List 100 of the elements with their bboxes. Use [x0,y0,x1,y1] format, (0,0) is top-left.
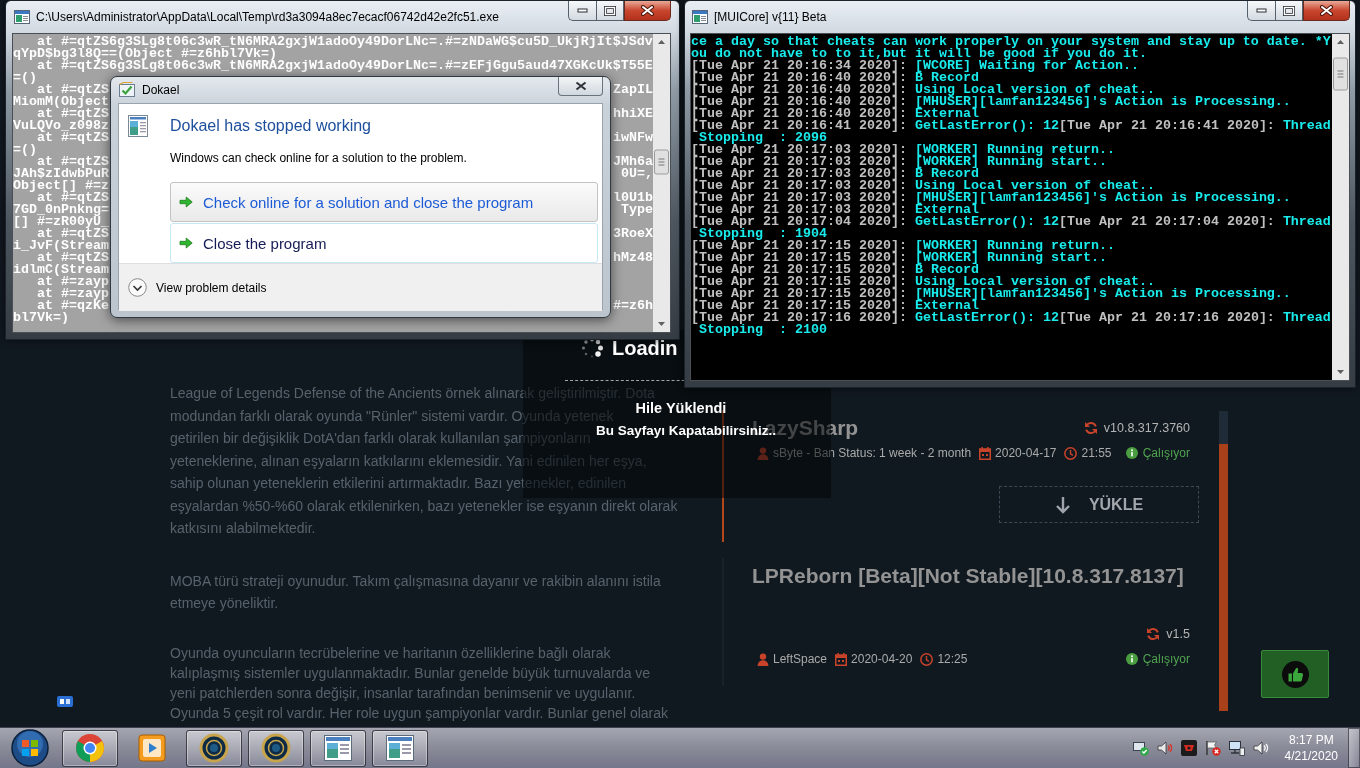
thumbs-up-icon [1281,660,1309,688]
console-text: at #=qtZS [37,156,109,168]
time-label: 12:25 [937,651,968,667]
play-tile-icon [138,734,166,762]
maximize-button[interactable] [596,1,624,21]
console-line: [Tue Apr 21 20:17:03 2020]: External [691,204,979,216]
console-text: JMh6a [613,156,653,168]
console-text: 0U=, [621,168,653,180]
scrollbar[interactable] [1332,34,1349,380]
window-icon [324,735,352,761]
arrow-right-icon [179,196,193,208]
article-line: MOBA türü strateji oyunudur. Takım çalışmasına dayanır ve rakibin alanını istila [170,571,661,591]
status-label: Çalışıyor [1142,651,1190,667]
download-button[interactable]: YÜKLE [999,486,1199,523]
taskbar-button[interactable] [186,729,242,767]
minimize-button[interactable] [568,1,596,21]
window-icon [14,10,30,24]
time-label: 21:55 [1081,445,1112,461]
console-text: hhiXE [613,108,653,120]
taskbar-button[interactable] [62,729,118,767]
console-line: =() [13,72,37,84]
arrow-down-icon [1054,495,1071,514]
maximize-icon [1283,5,1295,16]
console-text: 3RoeX [613,228,653,240]
tile-icon [57,696,73,707]
console-line: [Tue Apr 21 20:17:03 2020]: B Record [691,168,979,180]
console-line: [Tue Apr 21 20:16:34 2020]: [WCORE] Waiting for Action.. [691,60,1140,72]
command-link[interactable]: Close the program [170,223,598,263]
command-link[interactable]: Check online for a solution and close the program [170,182,598,222]
console-line: [Tue Apr 21 20:17:15 2020]: [MHUSER][lamfan123456]'s Action is Processing.. [691,288,1292,300]
console-line: =() [13,144,37,156]
ring-emblem-icon [261,733,291,763]
monitor-check-icon[interactable] [1132,740,1149,756]
window-title: [MUICore] v{11} Beta [714,10,827,24]
close-button[interactable] [558,77,603,96]
speaker-icon[interactable] [1252,740,1269,756]
console-line: i_JvF(Stream [13,240,109,252]
flag-x-icon[interactable] [1204,740,1221,756]
close-icon [1320,5,1333,16]
refresh-icon [1146,627,1161,641]
window-icon [692,10,708,24]
taskbar-button[interactable] [372,729,428,767]
close-button[interactable] [624,1,671,21]
console-line: [Tue Apr 21 20:16:40 2020]: External [691,108,979,120]
calendar-icon [835,652,848,666]
orb-logo-icon [11,729,49,767]
close-button[interactable] [1303,1,1350,21]
dialog-message: Windows can check online for a solution to the problem. [170,150,468,166]
console-line: [Tue Apr 21 20:17:16 2020]: GetLastError(): 12[Tue Apr 21 20:17:16 2020]: Thread [691,312,1331,324]
emblem-icon[interactable] [1180,740,1197,756]
dialog-title: Dokael [142,83,180,97]
console-line: ce a day so that cheats can work properly on your system and stay up to date. *Y [691,36,1331,48]
taskbar-button[interactable] [310,729,366,767]
author-label: sByte - Ban Status: 1 week - 2 month [773,445,972,461]
maximize-button[interactable] [1275,1,1303,21]
console-line: [Tue Apr 21 20:17:03 2020]: [WORKER] Running start.. [691,156,1108,168]
arrow-right-icon [179,237,193,249]
loaded-message: Hile Yüklendi [635,399,727,418]
article-line: etmeye yöneliktir. [170,594,279,613]
article-line: Oyunda 5 çeşit rol vardır. Her role uygun şampiyonlar vardır. Bunlar genel olarak [170,703,669,723]
loading-label: Loadin [612,336,678,360]
show-desktop-button[interactable] [1348,728,1360,768]
window-icon [386,735,414,761]
details-button[interactable]: View problem details [128,278,267,297]
console-line: [Tue Apr 21 20:17:03 2020]: [WORKER] Running return.. [691,144,1116,156]
console-line: [Tue Apr 21 20:17:04 2020]: GetLastError(): 12[Tue Apr 21 20:17:04 2020]: Thread [691,216,1331,228]
console-line: at #=qtZS6g3SLg8t06c3wR_tN6MRA2gxjW1adoOy49DorLNc=.#=zNDaWG$cu5D_UkjRjIt$JSdv [37,36,653,48]
console-line: bl7Vk=) [13,312,69,324]
close-icon [641,5,654,16]
version-label: v1.5 [1166,626,1190,643]
console-line: [Tue Apr 21 20:16:40 2020]: Using Local version of cheat.. [691,84,1155,96]
speaker-icon[interactable] [1156,740,1173,756]
minimize-icon [577,8,588,13]
article-line: Oyunda oyuncuların tecrübelerine ve haritanın özelliklerine bağlı olarak [170,643,611,663]
article-line: yeni patchlerden sonra değişir, insanlar tarafından benimsenir ve uygulanır. [170,683,636,703]
console-text: iwNFw [613,132,653,144]
refresh-icon [1083,421,1098,435]
window-title: C:\Users\Administrator\AppData\Local\Temp\rd3a3094a8ec7ecacf06742d42e2fc51.exe [36,10,499,24]
segmented-circle-icon [75,733,105,763]
scrollbar[interactable] [653,34,670,332]
like-button[interactable] [1261,650,1329,698]
console-text: #=z6h [613,300,653,312]
console-line: qYpD$bg3l8Q==(Object #=z6hbl7Vk=) [13,48,277,60]
network-icon[interactable] [1228,740,1245,756]
console-text: at #=qzKe [37,300,109,312]
console-line: [Tue Apr 21 20:16:41 2020]: GetLastError(): 12[Tue Apr 21 20:16:41 2020]: Thread [691,120,1331,132]
article-line: getirilen bir değişiklik DotA'dan farklı olarak kullanılan şampiyonların [170,429,591,448]
console-line: at #=zayp [37,276,109,288]
info-icon [1125,447,1138,459]
minimize-button[interactable] [1247,1,1275,21]
console-text: at #=qtZS [37,108,109,120]
clock-button[interactable]: 8:17 PM 4/21/2020 [1278,732,1344,764]
maximize-icon [604,5,616,16]
taskbar-button[interactable] [248,729,304,767]
clock-icon [920,652,934,666]
console-line: Stopping : 2096 [699,132,827,144]
calendar-icon [979,446,992,460]
console-line: Stopping : 2100 [699,324,828,336]
date-label: 2020-04-17 [995,445,1057,461]
status-label: Çalışıyor [1142,445,1190,461]
